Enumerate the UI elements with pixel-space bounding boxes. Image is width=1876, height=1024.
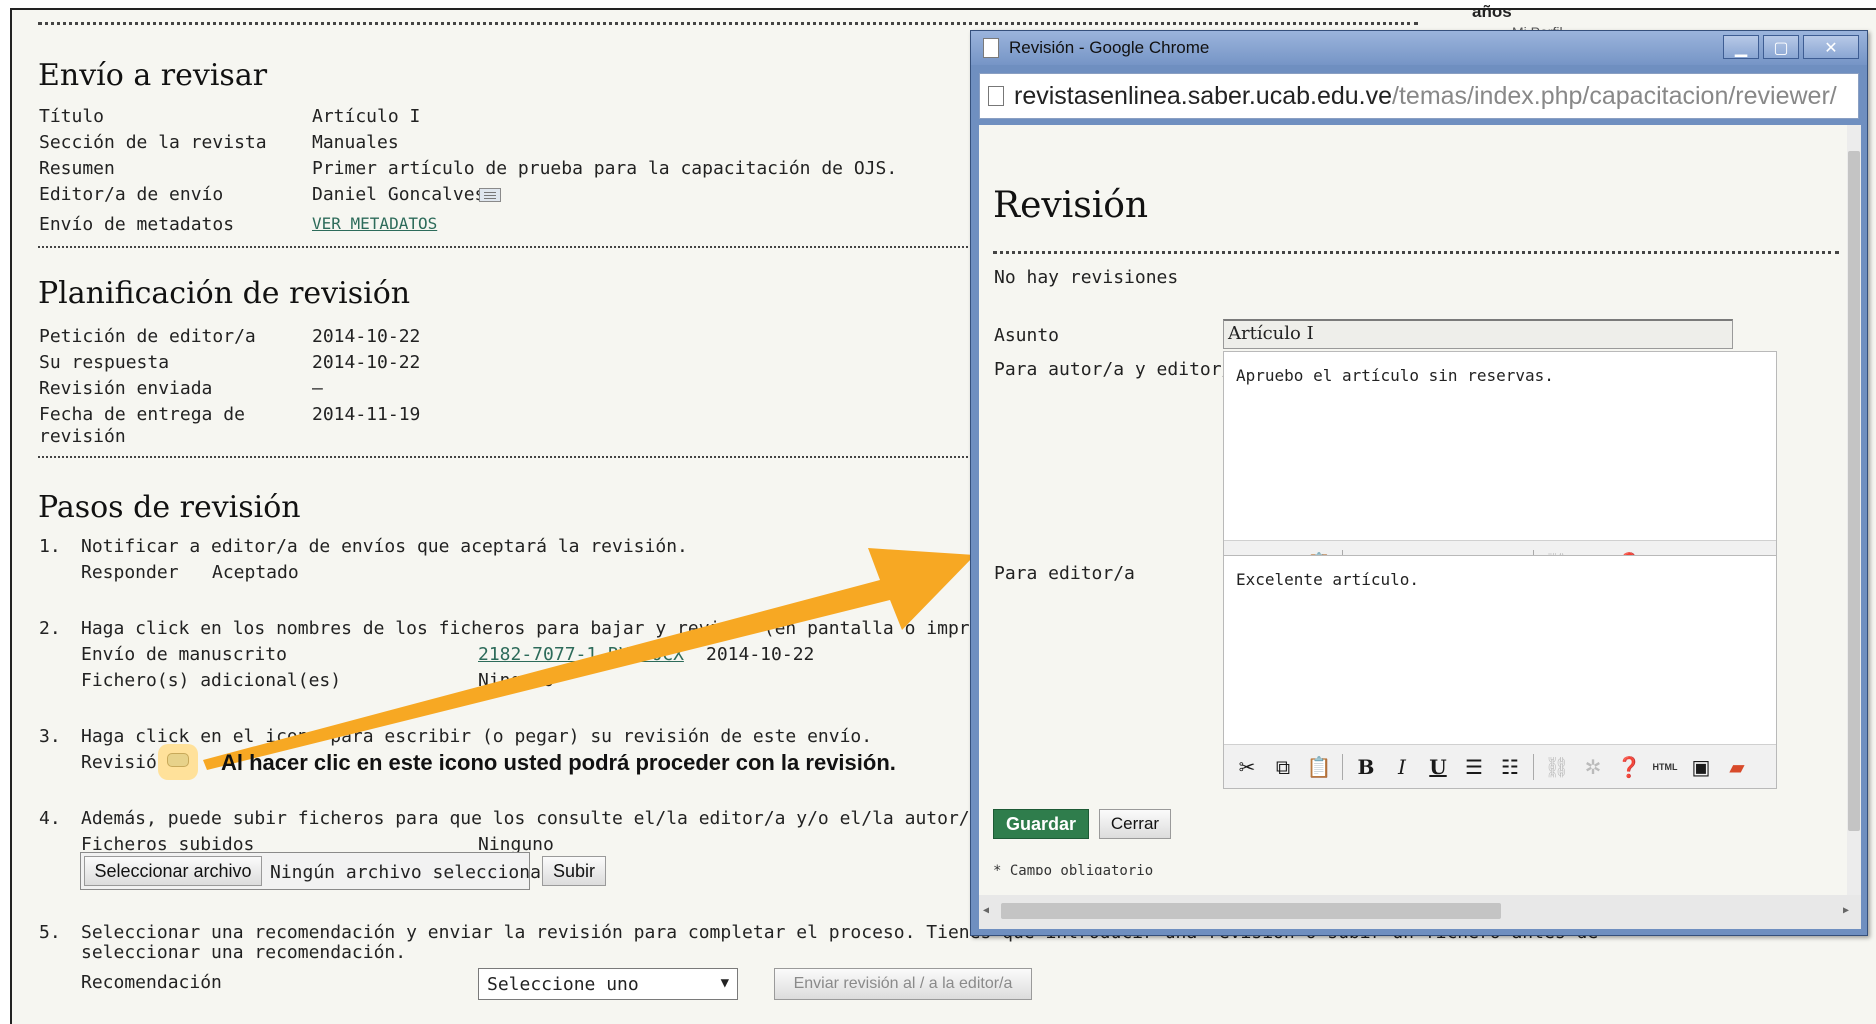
review-popup-window: Revisión - Google Chrome ▁ ▢ ✕ revistase… <box>970 30 1868 936</box>
subject-label: Asunto <box>994 325 1060 346</box>
paste-word-icon[interactable]: ▰ <box>1724 754 1750 780</box>
author-editor-text[interactable]: Apruebo el artículo sin reservas. <box>1236 366 1554 385</box>
page-icon <box>983 38 999 58</box>
window-title: Revisión - Google Chrome <box>1009 38 1210 57</box>
cut-icon[interactable]: ✂ <box>1234 754 1260 780</box>
popup-titlebar[interactable]: Revisión - Google Chrome ▁ ▢ ✕ <box>971 31 1867 65</box>
maximize-icon[interactable]: ▢ <box>1763 35 1799 59</box>
url-path: /temas/index.php/capacitacion/reviewer/ <box>1392 81 1837 110</box>
required-footnote: * Campo obligatorio <box>993 863 1154 875</box>
editor-only-text[interactable]: Excelente artículo. <box>1236 570 1419 589</box>
link-icon[interactable]: ⛓ <box>1544 754 1570 780</box>
popup-heading: Revisión <box>993 185 1149 226</box>
html-icon[interactable]: HTML <box>1652 754 1678 780</box>
editor-only-toolbar: ✂ ⧉ 📋 B I U ☰ ☷ ⛓ ✲ ❓ HTML ▣ ▰ <box>1224 744 1776 788</box>
address-bar[interactable]: revistasenlinea.saber.ucab.edu.ve /temas… <box>979 73 1859 119</box>
numbered-list-icon[interactable]: ☷ <box>1497 754 1523 780</box>
underline-icon[interactable]: U <box>1425 754 1451 780</box>
url-domain: revistasenlinea.saber.ucab.edu.ve <box>1014 81 1393 110</box>
bold-icon[interactable]: B <box>1353 754 1379 780</box>
popup-content: Revisión No hay revisiones Asunto Artícu… <box>979 125 1847 895</box>
toolbar-separator <box>1342 753 1343 780</box>
editor-only-editor[interactable]: Excelente artículo. ✂ ⧉ 📋 B I U ☰ ☷ ⛓ ✲ … <box>1223 555 1777 789</box>
italic-icon[interactable]: I <box>1389 754 1415 780</box>
minimize-icon[interactable]: ▁ <box>1723 35 1759 59</box>
arrow-shape <box>203 548 975 770</box>
vertical-scrollbar[interactable] <box>1847 125 1861 895</box>
paste-icon[interactable]: 📋 <box>1306 754 1332 780</box>
annotation-text: Al hacer clic en este icono usted podrá … <box>221 750 896 775</box>
close-button[interactable]: Cerrar <box>1099 809 1171 839</box>
horizontal-scroll-thumb[interactable] <box>1001 903 1501 919</box>
save-button[interactable]: Guardar <box>993 809 1089 839</box>
help-icon[interactable]: ❓ <box>1616 754 1642 780</box>
close-window-icon[interactable]: ✕ <box>1803 35 1859 59</box>
no-reviews-text: No hay revisiones <box>994 267 1179 288</box>
author-editor-label: Para autor/a y editor/a <box>994 359 1244 380</box>
copy-icon[interactable]: ⧉ <box>1270 754 1296 780</box>
toolbar-separator <box>1533 753 1534 780</box>
subject-input[interactable]: Artículo I <box>1223 319 1733 349</box>
horizontal-scrollbar[interactable]: ◀ ▶ <box>979 895 1861 929</box>
popup-divider <box>993 251 1839 254</box>
document-icon <box>988 86 1004 106</box>
fullscreen-icon[interactable]: ▣ <box>1688 754 1714 780</box>
vertical-scroll-thumb[interactable] <box>1848 151 1860 831</box>
scroll-right-icon[interactable]: ▶ <box>1843 905 1849 916</box>
unlink-icon[interactable]: ✲ <box>1580 754 1606 780</box>
author-editor-editor[interactable]: Apruebo el artículo sin reservas. ✂ ⧉ 📋 … <box>1223 351 1777 585</box>
editor-only-label: Para editor/a <box>994 563 1135 584</box>
scroll-left-icon[interactable]: ◀ <box>983 905 989 916</box>
bullet-list-icon[interactable]: ☰ <box>1461 754 1487 780</box>
